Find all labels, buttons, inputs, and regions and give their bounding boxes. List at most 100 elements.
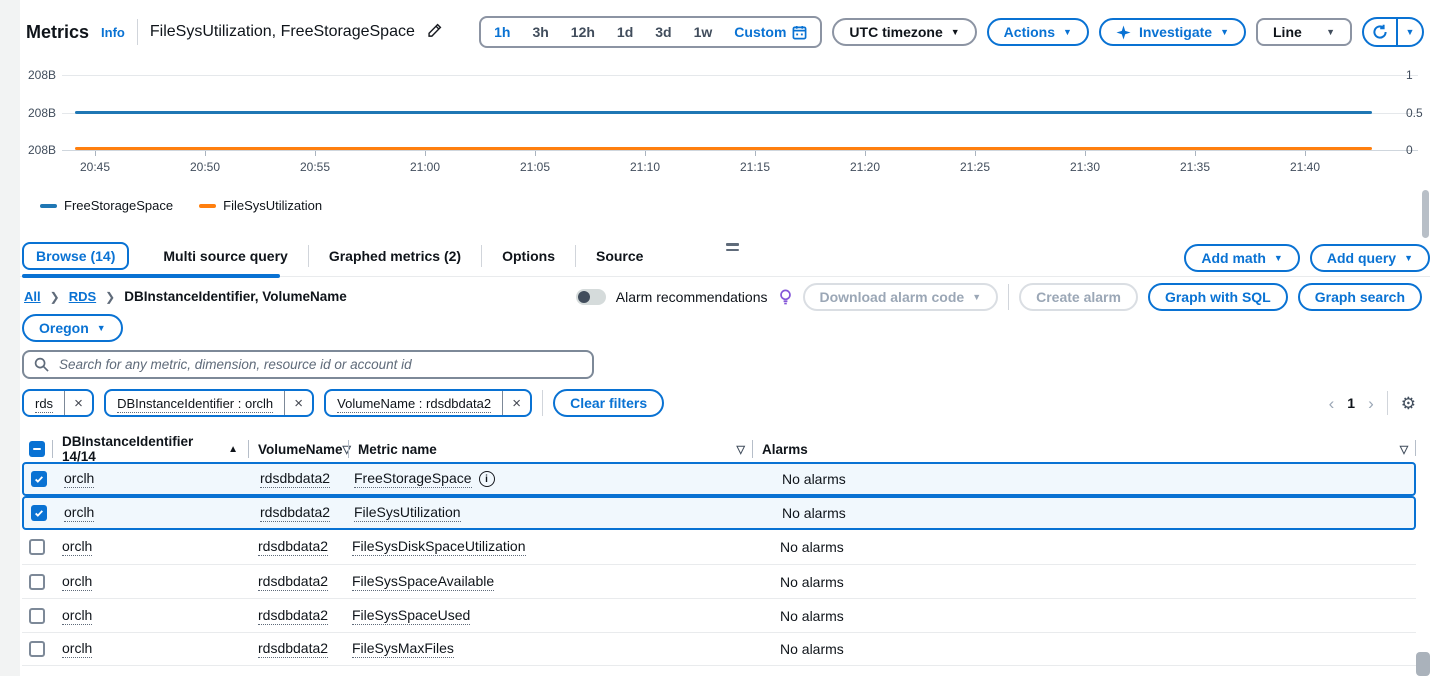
cell-instance[interactable]: orclh	[62, 640, 93, 658]
time-range-3h[interactable]: 3h	[521, 24, 559, 40]
cell-volume[interactable]: rdsdbdata2	[260, 470, 331, 488]
triangle-down-outline-icon[interactable]: ▽	[1400, 443, 1408, 456]
time-range-1h[interactable]: 1h	[483, 24, 521, 40]
table-row[interactable]: orclh rdsdbdata2 FileSysSpaceAvailable No a…	[22, 564, 1416, 598]
row-checkbox[interactable]	[29, 539, 45, 555]
lightbulb-icon[interactable]	[778, 289, 793, 306]
cell-instance[interactable]: orclh	[64, 504, 95, 522]
remove-filter-button[interactable]: ×	[284, 391, 312, 415]
tab-browse-14[interactable]: Browse (14)	[22, 242, 130, 270]
cell-instance[interactable]: orclh	[62, 538, 93, 556]
panel-resize-handle[interactable]	[726, 243, 739, 254]
remove-filter-button[interactable]: ×	[64, 391, 92, 415]
header-toolbar: 1h 3h 12h 1d 3d 1w Custom UTC timezone ▼ Actio…	[479, 16, 1424, 48]
refresh-options-button[interactable]: ▼	[1398, 19, 1422, 45]
cell-volume[interactable]: rdsdbdata2	[258, 573, 329, 591]
legend-label: FileSysUtilization	[223, 198, 323, 213]
legend-swatch	[40, 203, 57, 208]
timezone-dropdown[interactable]: UTC timezone ▼	[832, 18, 977, 46]
cell-instance[interactable]: orclh	[62, 573, 93, 591]
cell-metric[interactable]: FileSysSpaceAvailable	[352, 573, 495, 591]
info-link[interactable]: Info	[101, 25, 125, 40]
column-alarms[interactable]: Alarms	[752, 434, 1392, 464]
refresh-icon	[1372, 24, 1388, 40]
cell-metric[interactable]: FileSysMaxFiles	[352, 640, 454, 658]
column-alarms-sort-cell: ▽	[1392, 434, 1416, 464]
cell-volume[interactable]: rdsdbdata2	[258, 607, 329, 625]
table-row[interactable]: orclh rdsdbdata2 FileSysMaxFiles No alarms	[22, 632, 1416, 666]
refresh-button[interactable]	[1364, 19, 1396, 45]
cell-metric[interactable]: FileSysSpaceUsed	[352, 607, 471, 625]
cell-alarms: No alarms	[780, 573, 844, 590]
toggle-knob	[577, 291, 590, 303]
cell-instance[interactable]: orclh	[62, 607, 93, 625]
tab-source[interactable]: Source	[576, 242, 663, 270]
vertical-scrollbar-thumb[interactable]	[1422, 190, 1429, 238]
table-row[interactable]: orclh rdsdbdata2 FileSysDiskSpaceUtilizati…	[22, 530, 1416, 564]
tab-multi-source-query[interactable]: Multi source query	[143, 242, 307, 270]
breadcrumb-link-rds[interactable]: RDS	[69, 289, 96, 304]
x-axis-label: 21:20	[849, 160, 881, 174]
investigate-dropdown[interactable]: Investigate ▼	[1098, 18, 1246, 46]
column-dbinstanceidentifier[interactable]: DBInstanceIdentifier 14/14 ▲	[52, 434, 248, 464]
download-alarm-code-dropdown[interactable]: Download alarm code ▼	[802, 283, 999, 311]
cell-instance[interactable]: orclh	[64, 470, 95, 488]
column-metric-name[interactable]: Metric name ▽	[348, 434, 752, 464]
filter-chips-row: rds × DBInstanceIdentifier : orclh × VolumeN…	[22, 389, 665, 417]
table-header: DBInstanceIdentifier 14/14 ▲ VolumeName …	[22, 434, 1416, 464]
row-checkbox[interactable]	[29, 641, 45, 657]
time-range-custom[interactable]: Custom	[723, 24, 818, 40]
tab-options[interactable]: Options	[482, 242, 575, 270]
divider	[1008, 284, 1010, 310]
cell-metric[interactable]: FileSysUtilization	[354, 504, 461, 522]
graph-type-select[interactable]: Line ▼	[1256, 18, 1352, 46]
info-circle-icon[interactable]: i	[478, 471, 495, 487]
next-page-button[interactable]: ›	[1368, 395, 1374, 412]
row-checkbox[interactable]	[29, 607, 45, 624]
alarm-recommendations-label: Alarm recommendations	[615, 289, 768, 305]
table-row[interactable]: orclh rdsdbdata2 FileSysUtilization No alar…	[22, 496, 1416, 530]
graph-search-button[interactable]: Graph search	[1297, 283, 1422, 311]
cell-metric[interactable]: FreeStorageSpace	[354, 470, 472, 488]
row-checkbox[interactable]	[31, 471, 47, 487]
actions-label: Actions	[1003, 24, 1056, 40]
graph-with-sql-button[interactable]: Graph with SQL	[1147, 283, 1288, 311]
cell-volume[interactable]: rdsdbdata2	[260, 504, 331, 522]
cell-volume[interactable]: rdsdbdata2	[258, 640, 329, 658]
scrollbar-corner[interactable]	[1416, 652, 1430, 676]
previous-page-button[interactable]: ‹	[1329, 395, 1335, 412]
time-range-1d[interactable]: 1d	[606, 24, 644, 40]
row-checkbox[interactable]	[31, 505, 47, 521]
triangle-down-outline-icon[interactable]: ▽	[737, 443, 745, 456]
column-volumename[interactable]: VolumeName ▽	[248, 434, 351, 464]
create-alarm-button[interactable]: Create alarm	[1019, 283, 1138, 311]
alarm-recommendations-toggle[interactable]	[575, 289, 606, 305]
region-dropdown[interactable]: Oregon ▼	[22, 314, 123, 342]
cell-volume[interactable]: rdsdbdata2	[258, 538, 329, 556]
gear-icon[interactable]: ⚙	[1401, 395, 1416, 412]
cell-metric[interactable]: FileSysDiskSpaceUtilization	[352, 538, 526, 556]
breadcrumb-link-all[interactable]: All	[24, 289, 41, 304]
actions-dropdown[interactable]: Actions ▼	[986, 18, 1089, 46]
time-range-1w[interactable]: 1w	[683, 24, 724, 40]
cell-alarms: No alarms	[780, 539, 844, 555]
add-query-dropdown[interactable]: Add query ▼	[1309, 244, 1430, 272]
edit-graph-title-button[interactable]	[427, 23, 442, 41]
tab-graphed-metrics-2[interactable]: Graphed metrics (2)	[309, 242, 481, 270]
clear-filters-button[interactable]: Clear filters	[553, 389, 665, 417]
legend-item-freestoragespace[interactable]: FreeStorageSpace	[40, 198, 173, 213]
legend-item-filesysutilization[interactable]: FileSysUtilization	[199, 198, 322, 213]
x-axis-label: 21:35	[1179, 160, 1211, 174]
time-range-3d[interactable]: 3d	[644, 24, 682, 40]
metrics-table-body: orclh rdsdbdata2 FreeStorageSpace i No alarm…	[22, 462, 1416, 666]
search-input[interactable]	[57, 356, 582, 373]
add-query-label: Add query	[1326, 250, 1397, 266]
table-row[interactable]: orclh rdsdbdata2 FileSysSpaceUsed No alarms	[22, 598, 1416, 632]
table-row[interactable]: orclh rdsdbdata2 FreeStorageSpace i No alarm…	[22, 462, 1416, 496]
add-math-dropdown[interactable]: Add math ▼	[1184, 244, 1300, 272]
remove-filter-button[interactable]: ×	[502, 391, 530, 415]
triangle-up-icon[interactable]: ▲	[228, 444, 238, 455]
row-checkbox[interactable]	[29, 573, 45, 590]
select-all-checkbox[interactable]	[29, 441, 45, 457]
time-range-12h[interactable]: 12h	[560, 24, 606, 40]
